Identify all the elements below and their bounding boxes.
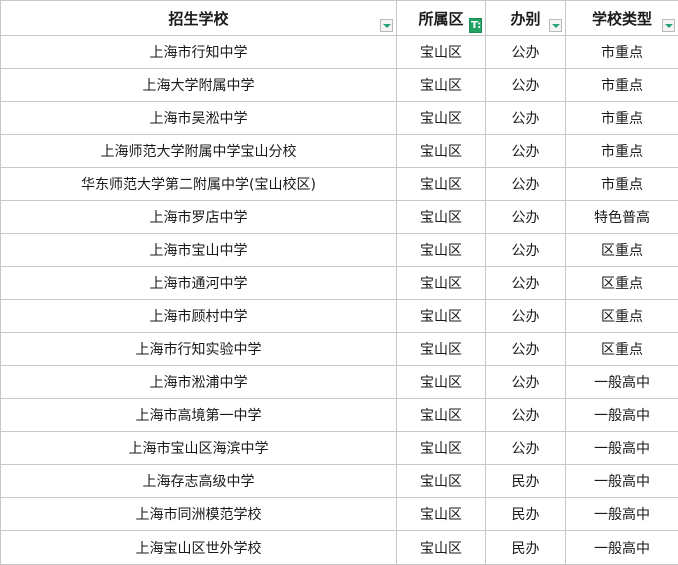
district-cell[interactable]: 宝山区 bbox=[397, 201, 486, 234]
category-cell[interactable]: 特色普高 bbox=[566, 201, 678, 234]
school-cell[interactable]: 上海市高境第一中学 bbox=[1, 399, 397, 432]
table-row: 上海宝山区世外学校宝山区民办一般高中 bbox=[1, 531, 678, 565]
district-cell[interactable]: 宝山区 bbox=[397, 399, 486, 432]
ownership-cell[interactable]: 民办 bbox=[486, 531, 566, 565]
category-cell[interactable]: 区重点 bbox=[566, 234, 678, 267]
active-filter-glyph: T: bbox=[471, 19, 481, 33]
table-row: 上海市通河中学宝山区公办区重点 bbox=[1, 267, 678, 300]
table-row: 上海大学附属中学宝山区公办市重点 bbox=[1, 69, 678, 102]
category-cell[interactable]: 一般高中 bbox=[566, 399, 678, 432]
active-filter-icon[interactable]: T: bbox=[469, 18, 482, 33]
district-cell[interactable]: 宝山区 bbox=[397, 300, 486, 333]
header-district-label: 所属区 bbox=[418, 10, 463, 28]
ownership-cell[interactable]: 民办 bbox=[486, 498, 566, 531]
header-school[interactable]: 招生学校 bbox=[1, 1, 397, 36]
table-row: 上海市宝山区海滨中学宝山区公办一般高中 bbox=[1, 432, 678, 465]
ownership-cell[interactable]: 公办 bbox=[486, 102, 566, 135]
ownership-cell[interactable]: 公办 bbox=[486, 366, 566, 399]
table-row: 上海市高境第一中学宝山区公办一般高中 bbox=[1, 399, 678, 432]
district-cell[interactable]: 宝山区 bbox=[397, 36, 486, 69]
table-row: 上海市顾村中学宝山区公办区重点 bbox=[1, 300, 678, 333]
school-cell[interactable]: 上海市行知中学 bbox=[1, 36, 397, 69]
school-cell[interactable]: 上海市吴淞中学 bbox=[1, 102, 397, 135]
school-cell[interactable]: 上海市同洲模范学校 bbox=[1, 498, 397, 531]
school-cell[interactable]: 上海市通河中学 bbox=[1, 267, 397, 300]
ownership-cell[interactable]: 公办 bbox=[486, 168, 566, 201]
school-cell[interactable]: 上海市罗店中学 bbox=[1, 201, 397, 234]
category-cell[interactable]: 市重点 bbox=[566, 135, 678, 168]
table-row: 上海市宝山中学宝山区公办区重点 bbox=[1, 234, 678, 267]
district-cell[interactable]: 宝山区 bbox=[397, 234, 486, 267]
table-row: 上海市行知中学宝山区公办市重点 bbox=[1, 36, 678, 69]
ownership-cell[interactable]: 公办 bbox=[486, 399, 566, 432]
category-cell[interactable]: 市重点 bbox=[566, 102, 678, 135]
header-category-label: 学校类型 bbox=[592, 10, 652, 28]
school-cell[interactable]: 上海宝山区世外学校 bbox=[1, 531, 397, 565]
header-school-label: 招生学校 bbox=[168, 10, 228, 28]
school-table: 招生学校 所属区 T: 办别 学校类型 上海市行 bbox=[0, 0, 678, 565]
table-body: 上海市行知中学宝山区公办市重点上海大学附属中学宝山区公办市重点上海市吴淞中学宝山… bbox=[1, 36, 678, 565]
header-row: 招生学校 所属区 T: 办别 学校类型 bbox=[1, 1, 678, 36]
district-cell[interactable]: 宝山区 bbox=[397, 135, 486, 168]
table-row: 上海市同洲模范学校宝山区民办一般高中 bbox=[1, 498, 678, 531]
school-cell[interactable]: 上海市淞浦中学 bbox=[1, 366, 397, 399]
category-cell[interactable]: 区重点 bbox=[566, 300, 678, 333]
table-row: 华东师范大学第二附属中学(宝山校区)宝山区公办市重点 bbox=[1, 168, 678, 201]
category-cell[interactable]: 市重点 bbox=[566, 69, 678, 102]
district-cell[interactable]: 宝山区 bbox=[397, 366, 486, 399]
header-type-label: 办别 bbox=[510, 10, 540, 28]
header-district[interactable]: 所属区 T: bbox=[397, 1, 486, 36]
school-cell[interactable]: 上海市宝山区海滨中学 bbox=[1, 432, 397, 465]
table-row: 上海存志高级中学宝山区民办一般高中 bbox=[1, 465, 678, 498]
ownership-cell[interactable]: 公办 bbox=[486, 135, 566, 168]
school-cell[interactable]: 上海师范大学附属中学宝山分校 bbox=[1, 135, 397, 168]
ownership-cell[interactable]: 公办 bbox=[486, 69, 566, 102]
school-cell[interactable]: 上海市顾村中学 bbox=[1, 300, 397, 333]
table-row: 上海市吴淞中学宝山区公办市重点 bbox=[1, 102, 678, 135]
district-cell[interactable]: 宝山区 bbox=[397, 498, 486, 531]
category-cell[interactable]: 一般高中 bbox=[566, 498, 678, 531]
ownership-cell[interactable]: 公办 bbox=[486, 36, 566, 69]
school-cell[interactable]: 上海存志高级中学 bbox=[1, 465, 397, 498]
header-category[interactable]: 学校类型 bbox=[566, 1, 678, 36]
header-type[interactable]: 办别 bbox=[486, 1, 566, 36]
district-cell[interactable]: 宝山区 bbox=[397, 531, 486, 565]
table-row: 上海市罗店中学宝山区公办特色普高 bbox=[1, 201, 678, 234]
ownership-cell[interactable]: 公办 bbox=[486, 432, 566, 465]
category-cell[interactable]: 一般高中 bbox=[566, 366, 678, 399]
table-header: 招生学校 所属区 T: 办别 学校类型 bbox=[1, 1, 678, 36]
district-cell[interactable]: 宝山区 bbox=[397, 465, 486, 498]
filter-dropdown-icon[interactable] bbox=[380, 19, 393, 32]
category-cell[interactable]: 一般高中 bbox=[566, 531, 678, 565]
school-cell[interactable]: 华东师范大学第二附属中学(宝山校区) bbox=[1, 168, 397, 201]
ownership-cell[interactable]: 公办 bbox=[486, 300, 566, 333]
ownership-cell[interactable]: 公办 bbox=[486, 267, 566, 300]
district-cell[interactable]: 宝山区 bbox=[397, 432, 486, 465]
district-cell[interactable]: 宝山区 bbox=[397, 168, 486, 201]
district-cell[interactable]: 宝山区 bbox=[397, 267, 486, 300]
table-row: 上海师范大学附属中学宝山分校宝山区公办市重点 bbox=[1, 135, 678, 168]
category-cell[interactable]: 一般高中 bbox=[566, 465, 678, 498]
category-cell[interactable]: 区重点 bbox=[566, 333, 678, 366]
filter-dropdown-icon[interactable] bbox=[662, 19, 675, 32]
filter-dropdown-icon[interactable] bbox=[549, 19, 562, 32]
district-cell[interactable]: 宝山区 bbox=[397, 333, 486, 366]
school-cell[interactable]: 上海市行知实验中学 bbox=[1, 333, 397, 366]
district-cell[interactable]: 宝山区 bbox=[397, 69, 486, 102]
ownership-cell[interactable]: 公办 bbox=[486, 234, 566, 267]
school-cell[interactable]: 上海大学附属中学 bbox=[1, 69, 397, 102]
category-cell[interactable]: 区重点 bbox=[566, 267, 678, 300]
school-cell[interactable]: 上海市宝山中学 bbox=[1, 234, 397, 267]
category-cell[interactable]: 一般高中 bbox=[566, 432, 678, 465]
district-cell[interactable]: 宝山区 bbox=[397, 102, 486, 135]
category-cell[interactable]: 市重点 bbox=[566, 168, 678, 201]
category-cell[interactable]: 市重点 bbox=[566, 36, 678, 69]
table-row: 上海市行知实验中学宝山区公办区重点 bbox=[1, 333, 678, 366]
ownership-cell[interactable]: 民办 bbox=[486, 465, 566, 498]
ownership-cell[interactable]: 公办 bbox=[486, 201, 566, 234]
spreadsheet: 招生学校 所属区 T: 办别 学校类型 上海市行 bbox=[0, 0, 678, 562]
ownership-cell[interactable]: 公办 bbox=[486, 333, 566, 366]
table-row: 上海市淞浦中学宝山区公办一般高中 bbox=[1, 366, 678, 399]
